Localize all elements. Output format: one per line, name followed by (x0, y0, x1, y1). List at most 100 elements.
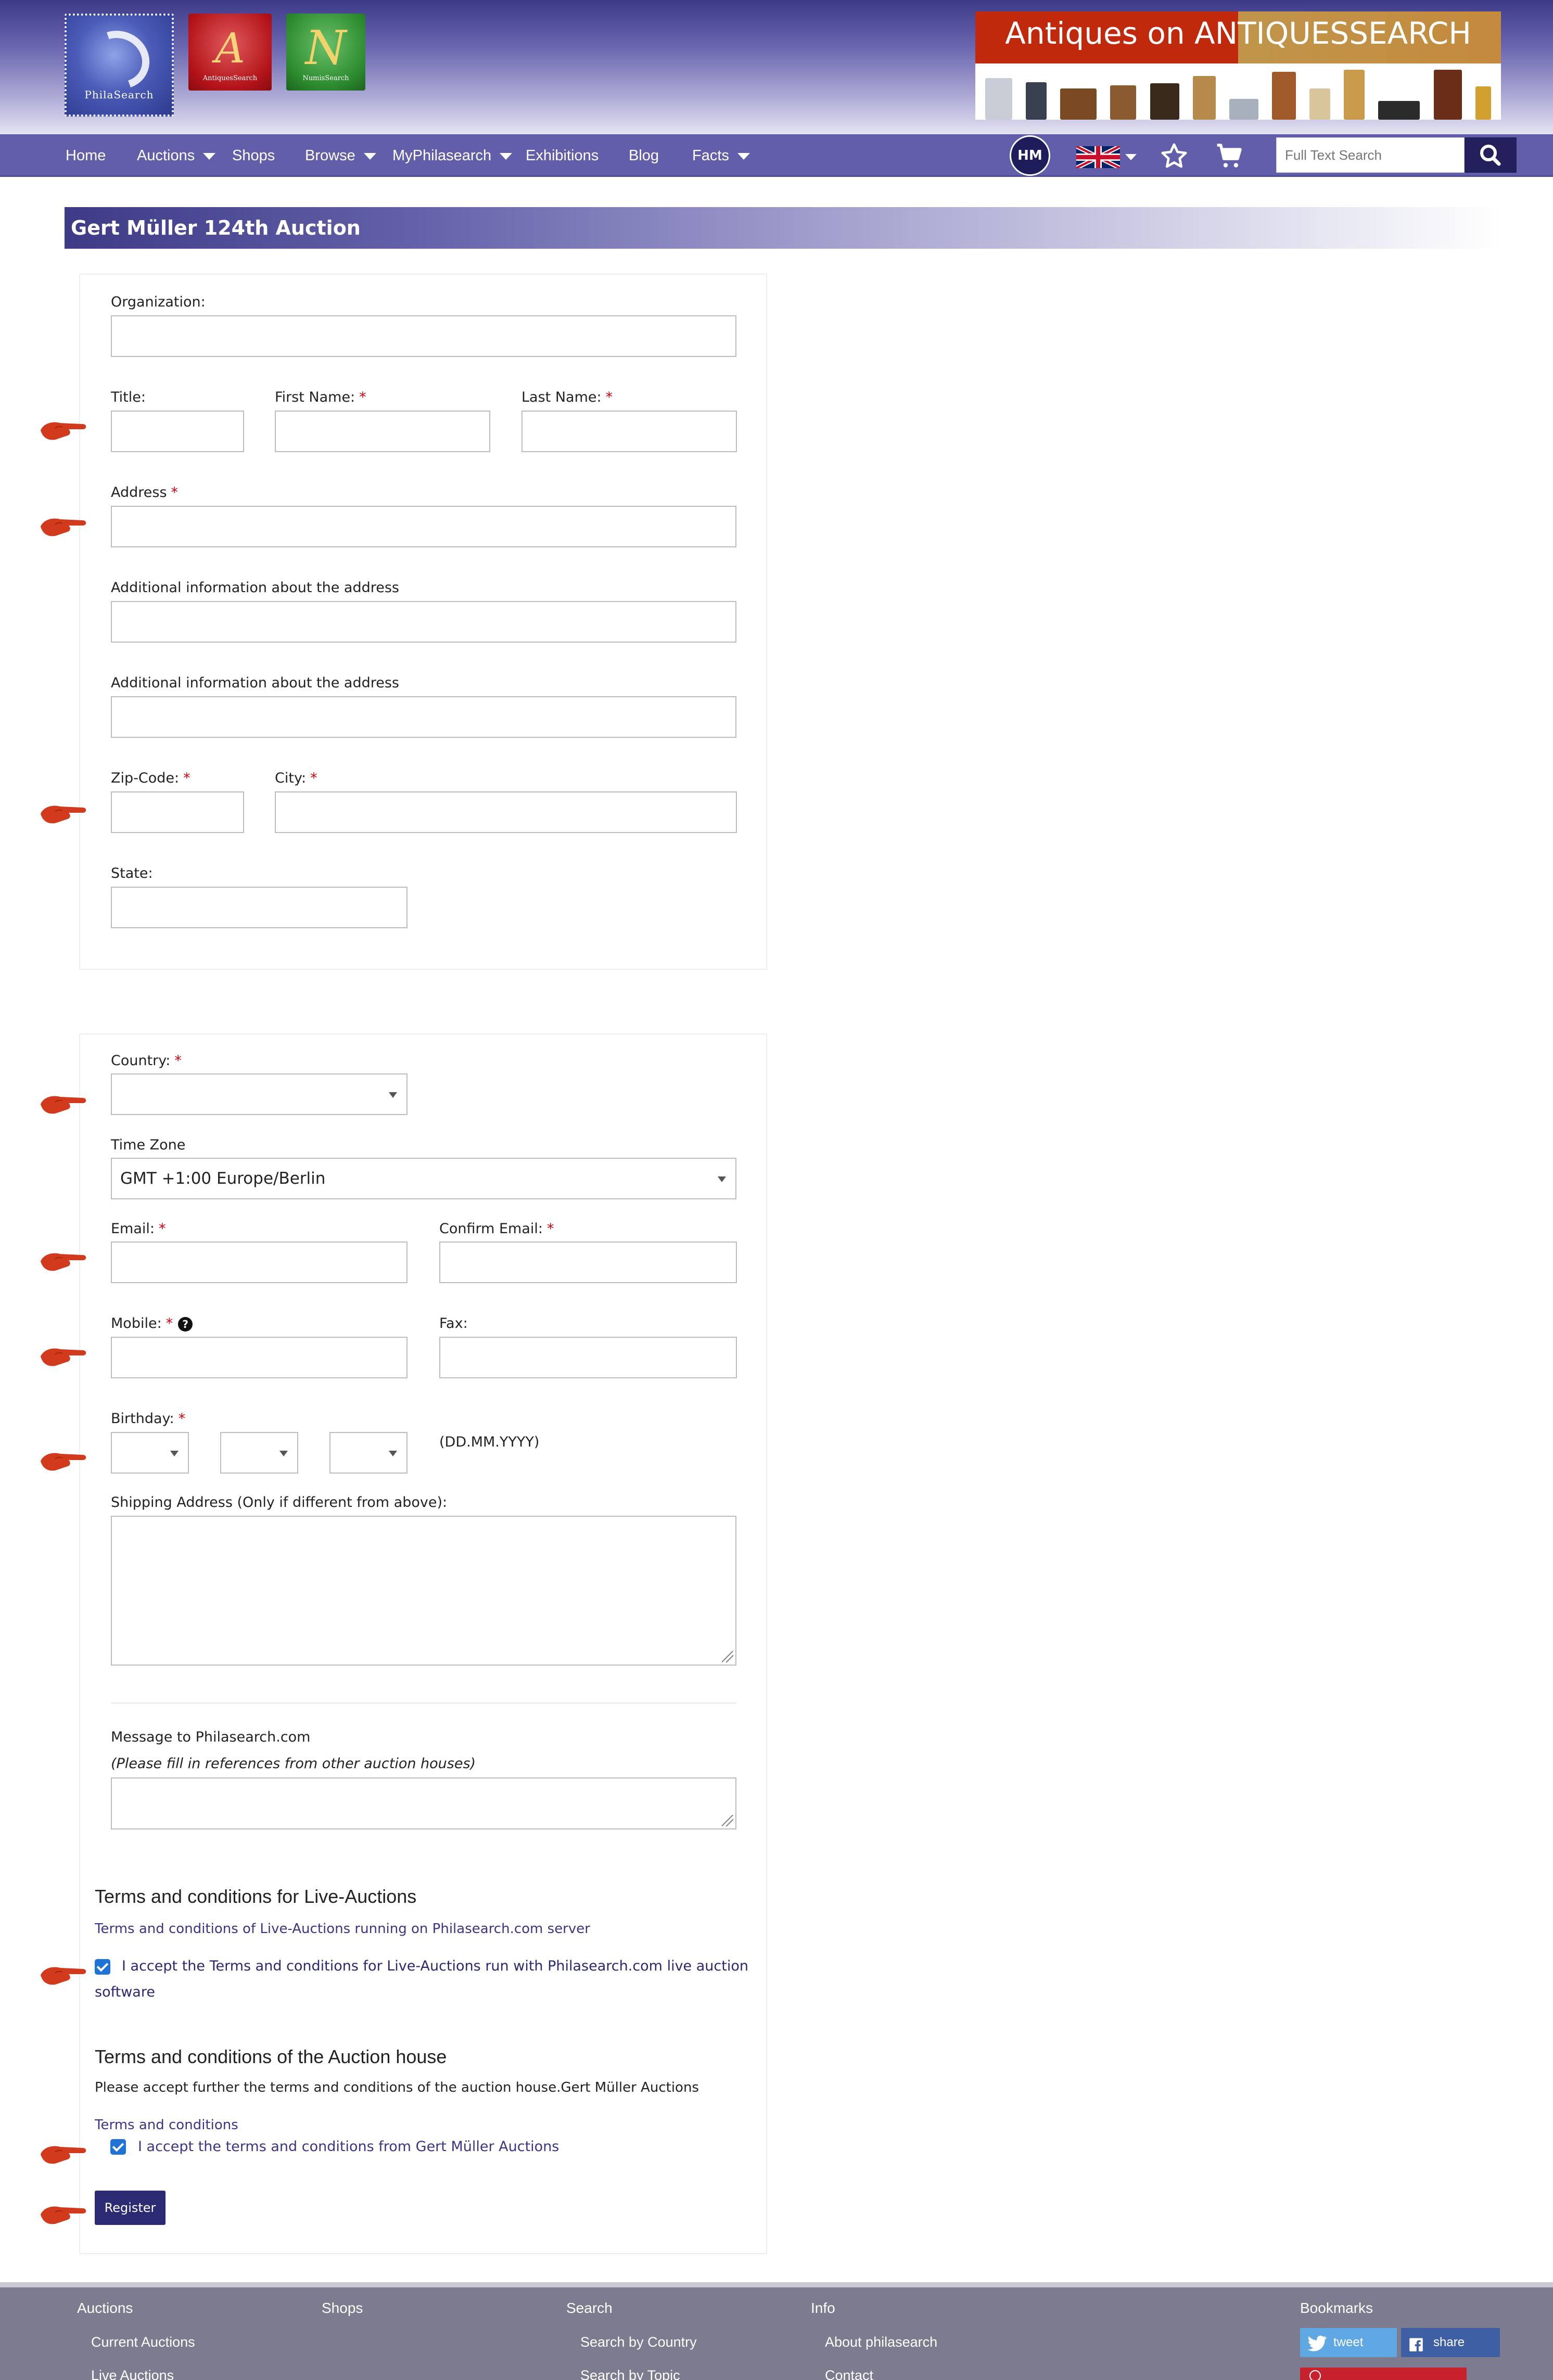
nav-myphilasearch[interactable]: MyPhilasearch (392, 134, 513, 177)
footer-link-contact[interactable]: Contact (825, 2368, 873, 2380)
city-label: City: * (275, 770, 317, 786)
nav-auctions[interactable]: Auctions (137, 134, 216, 177)
pointing-hand-icon (41, 805, 86, 824)
footer-link-live-auctions[interactable]: Live Auctions (91, 2368, 174, 2380)
banner-antique-images (975, 68, 1501, 120)
facebook-share-button[interactable]: share (1401, 2328, 1500, 2357)
pointing-hand-icon (41, 1253, 86, 1271)
search-icon (1480, 145, 1501, 166)
city-input[interactable] (275, 791, 737, 833)
birthday-year-select[interactable] (329, 1432, 408, 1474)
pointing-hand-icon (41, 1348, 86, 1366)
address-input[interactable] (111, 506, 736, 547)
email-label: Email: * (111, 1221, 166, 1237)
birthday-month-select[interactable] (220, 1432, 298, 1474)
page-title: Gert Müller 124th Auction (71, 216, 361, 239)
chevron-down-icon (170, 1451, 179, 1456)
footer-heading-shops: Shops (322, 2300, 363, 2316)
search-input[interactable] (1276, 137, 1465, 173)
house-terms-text: Please accept further the terms and cond… (95, 2080, 699, 2095)
title-label: Title: (111, 389, 146, 405)
country-label: Country: * (111, 1053, 182, 1069)
footer-heading-auctions: Auctions (77, 2300, 133, 2316)
last-name-label: Last Name: * (521, 389, 613, 405)
house-terms-checkbox[interactable] (110, 2139, 126, 2155)
mobile-input[interactable] (111, 1337, 408, 1378)
title-input[interactable] (111, 411, 244, 452)
numisearch-logo[interactable]: N NumisSearch (286, 14, 365, 91)
organization-input[interactable] (111, 315, 736, 357)
shipping-label: Shipping Address (Only if different from… (111, 1494, 448, 1511)
additional-info-1-input[interactable] (111, 601, 736, 643)
birthday-day-select[interactable] (111, 1432, 189, 1474)
page-title-bar: Gert Müller 124th Auction (65, 207, 1501, 249)
chevron-down-icon[interactable] (1125, 154, 1137, 160)
chevron-down-icon (737, 152, 750, 160)
live-terms-heading: Terms and conditions for Live-Auctions (95, 1886, 417, 1907)
facebook-icon (1409, 2338, 1423, 2351)
uk-flag-icon[interactable] (1076, 146, 1120, 168)
star-icon[interactable] (1160, 142, 1189, 171)
message-label: Message to Philasearch.com (111, 1729, 311, 1745)
live-terms-checkbox[interactable] (95, 1959, 110, 1975)
pinterest-button[interactable] (1300, 2368, 1467, 2380)
additional-info-1-label: Additional information about the address (111, 580, 399, 596)
banner-title: Antiques on ANTIQUESSEARCH (1005, 16, 1471, 51)
nav-blog[interactable]: Blog (629, 134, 659, 177)
nav-exhibitions[interactable]: Exhibitions (526, 134, 599, 177)
twitter-icon (1307, 2335, 1327, 2351)
first-name-input[interactable] (275, 411, 490, 452)
chevron-down-icon (500, 152, 513, 160)
house-terms-accept-label[interactable]: I accept the terms and conditions from G… (138, 2139, 559, 2155)
nav-facts[interactable]: Facts (692, 134, 750, 177)
live-terms-accept-label[interactable]: I accept the Terms and conditions for Li… (122, 1958, 748, 1974)
pointing-hand-icon (41, 2206, 86, 2224)
pinterest-icon (1309, 2370, 1321, 2380)
state-input[interactable] (111, 887, 408, 928)
first-name-label: First Name: * (275, 389, 366, 405)
cart-icon[interactable] (1215, 142, 1244, 171)
message-textarea[interactable] (111, 1777, 736, 1829)
chevron-down-icon (718, 1176, 726, 1182)
nav-shops[interactable]: Shops (232, 134, 275, 177)
additional-info-2-input[interactable] (111, 696, 736, 738)
footer-link-search-by-topic[interactable]: Search by Topic (580, 2368, 680, 2380)
nav-home[interactable]: Home (66, 134, 106, 177)
footer-link-search-by-country[interactable]: Search by Country (580, 2334, 697, 2350)
message-hint: (Please fill in references from other au… (111, 1756, 476, 1772)
help-icon[interactable]: ? (178, 1316, 193, 1332)
pointing-hand-icon (41, 1967, 86, 1985)
antiquesearch-logo[interactable]: A AntiquesSearch (188, 14, 272, 91)
divider (111, 1703, 736, 1704)
user-avatar[interactable]: HM (1010, 135, 1050, 176)
shipping-address-textarea[interactable] (111, 1516, 736, 1666)
timezone-label: Time Zone (111, 1137, 186, 1153)
nav-browse[interactable]: Browse (305, 134, 376, 177)
fax-label: Fax: (439, 1315, 468, 1332)
country-select[interactable] (111, 1073, 408, 1115)
confirm-email-input[interactable] (439, 1242, 737, 1283)
fax-input[interactable] (439, 1337, 737, 1378)
resize-grip-icon[interactable] (722, 1651, 733, 1662)
pointing-hand-icon (41, 1453, 86, 1471)
zip-input[interactable] (111, 791, 244, 833)
timezone-select[interactable]: GMT +1:00 Europe/Berlin (111, 1158, 736, 1199)
footer-link-about[interactable]: About philasearch (825, 2334, 937, 2350)
last-name-input[interactable] (521, 411, 737, 452)
address-label: Address * (111, 484, 179, 501)
house-terms-link[interactable]: Terms and conditions (95, 2117, 238, 2133)
footer-heading-search: Search (566, 2300, 613, 2316)
footer-link-current-auctions[interactable]: Current Auctions (91, 2334, 195, 2350)
house-terms-heading: Terms and conditions of the Auction hous… (95, 2046, 447, 2067)
pointing-hand-icon (41, 518, 86, 536)
search-button[interactable] (1465, 137, 1517, 173)
philasearch-logo[interactable]: PhilaSearch (65, 14, 174, 117)
live-terms-link[interactable]: Terms and conditions of Live-Auctions ru… (95, 1921, 590, 1937)
live-terms-accept-label-cont[interactable]: software (95, 1984, 155, 2000)
email-input[interactable] (111, 1242, 408, 1283)
register-button[interactable]: Register (95, 2191, 166, 2225)
resize-grip-icon[interactable] (722, 1815, 733, 1826)
chevron-down-icon (279, 1451, 288, 1456)
tweet-button[interactable]: tweet (1300, 2328, 1397, 2357)
antiquesearch-banner[interactable]: Antiques on ANTIQUESSEARCH (975, 11, 1501, 120)
